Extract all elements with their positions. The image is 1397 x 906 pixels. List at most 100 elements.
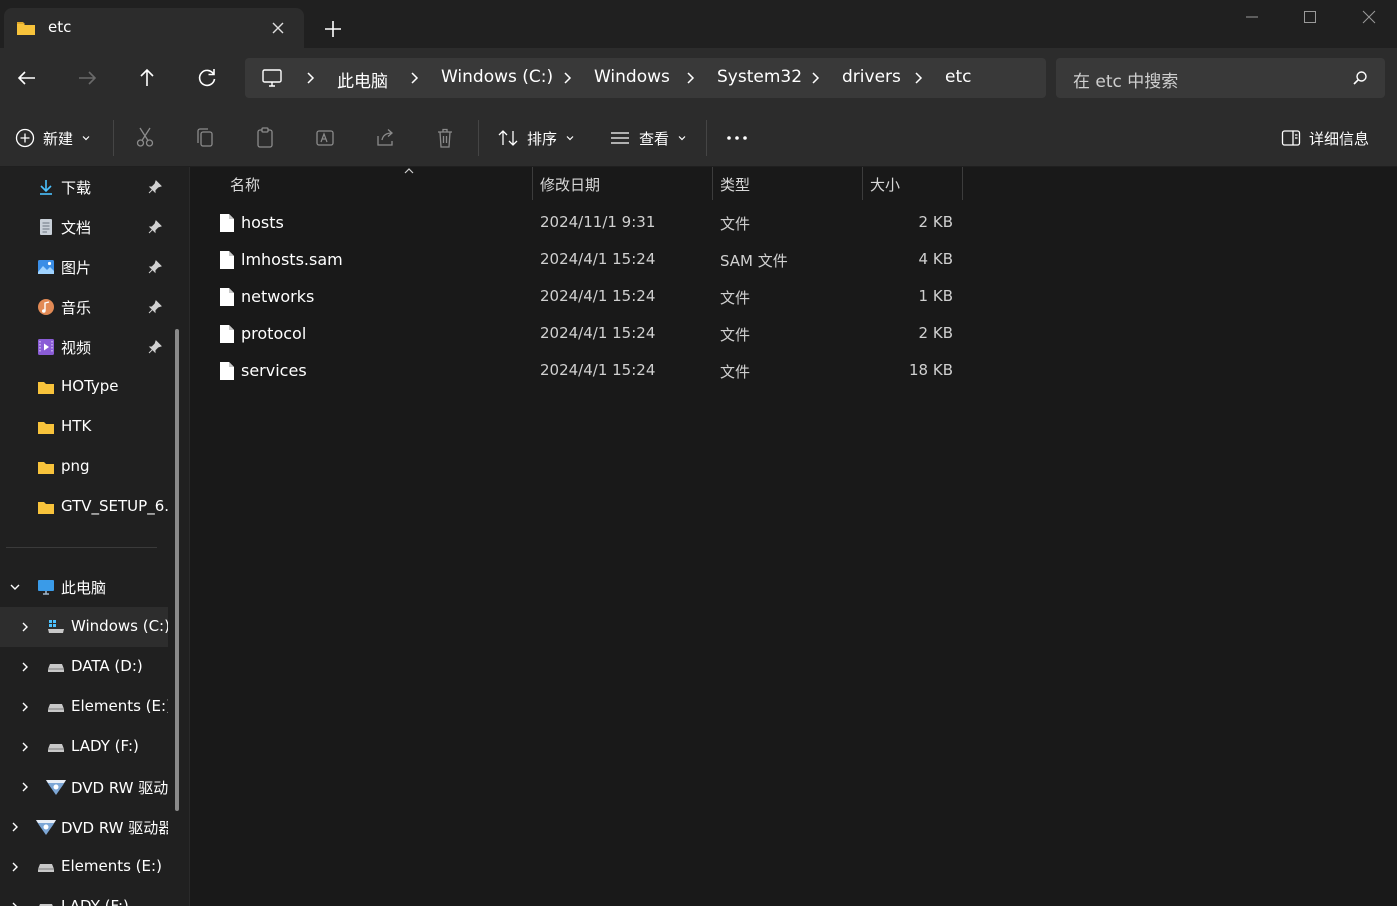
new-button[interactable]: 新建 <box>15 126 91 150</box>
file-icon <box>220 214 234 232</box>
sidebar-item-png[interactable]: png <box>0 447 168 487</box>
folder-icon <box>38 462 54 474</box>
chevron-right-icon[interactable] <box>912 71 924 85</box>
search-input[interactable]: 在 etc 中搜索 <box>1073 67 1178 92</box>
search-box[interactable]: 在 etc 中搜索 <box>1056 58 1385 98</box>
back-icon[interactable] <box>13 64 41 92</box>
chevron-right-icon[interactable] <box>304 71 316 85</box>
up-icon[interactable] <box>133 64 161 92</box>
sidebar-item-label: Elements (E:) <box>61 857 162 875</box>
sidebar-item-elements-e-root[interactable]: Elements (E:) <box>0 847 168 887</box>
breadcrumb-etc[interactable]: etc <box>945 67 971 87</box>
pin-icon[interactable] <box>148 340 162 354</box>
forward-icon[interactable] <box>73 64 101 92</box>
breadcrumb-windows[interactable]: Windows <box>594 67 670 87</box>
sidebar-item-data-d[interactable]: DATA (D:) <box>0 647 168 687</box>
new-tab-icon[interactable] <box>320 16 346 42</box>
chevron-right-icon[interactable] <box>19 661 31 673</box>
chevron-right-icon[interactable] <box>408 71 420 85</box>
chevron-right-icon[interactable] <box>19 621 31 633</box>
rename-icon[interactable] <box>315 126 335 150</box>
file-type: 文件 <box>720 326 751 344</box>
sidebar-item-lady-f[interactable]: LADY (F:) <box>0 727 168 767</box>
address-bar[interactable]: 此电脑 Windows (C:) Windows System32 driver… <box>245 58 1046 98</box>
chevron-down-icon[interactable] <box>9 581 21 593</box>
file-date: 2024/11/1 9:31 <box>540 213 656 231</box>
details-pane-button[interactable]: 详细信息 <box>1281 126 1369 150</box>
sidebar-item-lady-f-root[interactable]: LADY (F:) <box>0 887 168 906</box>
column-header-name[interactable]: 名称 <box>222 167 533 200</box>
table-row[interactable]: protocol 2024/4/1 15:24 文件 2 KB <box>205 315 965 352</box>
breadcrumb-system32[interactable]: System32 <box>717 67 802 87</box>
chevron-right-icon[interactable] <box>9 861 21 873</box>
maximize-icon[interactable] <box>1295 4 1325 30</box>
folder-icon <box>17 22 35 35</box>
table-row[interactable]: lmhosts.sam 2024/4/1 15:24 SAM 文件 4 KB <box>205 241 965 278</box>
refresh-icon[interactable] <box>193 64 221 92</box>
sidebar-item-dvd-drive-root[interactable]: DVD RW 驱动器 <box>0 807 168 847</box>
minimize-icon[interactable] <box>1237 4 1267 30</box>
chevron-right-icon[interactable] <box>19 741 31 753</box>
sidebar-item-documents[interactable]: 文档 <box>0 207 168 247</box>
pin-icon[interactable] <box>148 180 162 194</box>
sort-button[interactable]: 排序 <box>497 126 575 150</box>
close-tab-icon[interactable] <box>268 18 288 38</box>
sidebar-item-windows-c[interactable]: Windows (C:) <box>0 607 168 647</box>
sidebar-scrollbar[interactable] <box>175 329 179 811</box>
file-type: 文件 <box>720 289 751 307</box>
paste-icon[interactable] <box>255 126 275 150</box>
tab-title: etc <box>48 18 72 36</box>
music-icon <box>38 299 54 315</box>
sidebar-item-videos[interactable]: 视频 <box>0 327 168 367</box>
table-row[interactable]: services 2024/4/1 15:24 文件 18 KB <box>205 352 965 389</box>
pin-icon[interactable] <box>148 220 162 234</box>
sidebar-item-label: DATA (D:) <box>71 657 143 675</box>
column-header-size[interactable]: 大小 <box>862 167 962 200</box>
column-divider[interactable] <box>962 167 963 200</box>
chevron-down-icon <box>82 136 90 141</box>
column-header-label: 大小 <box>870 176 901 194</box>
chevron-right-icon[interactable] <box>9 821 21 833</box>
sidebar-item-elements-e[interactable]: Elements (E:) <box>0 687 168 727</box>
chevron-right-icon[interactable] <box>19 701 31 713</box>
column-header-type[interactable]: 类型 <box>712 167 862 200</box>
breadcrumb-drivers[interactable]: drivers <box>842 67 901 87</box>
table-row[interactable]: networks 2024/4/1 15:24 文件 1 KB <box>205 278 965 315</box>
chevron-right-icon[interactable] <box>561 71 573 85</box>
cut-icon[interactable] <box>135 126 155 150</box>
view-list-icon <box>611 132 629 144</box>
sidebar-item-htk[interactable]: HTK <box>0 407 168 447</box>
copy-icon[interactable] <box>195 126 215 150</box>
pin-icon[interactable] <box>148 300 162 314</box>
sort-label: 排序 <box>527 129 558 148</box>
close-window-icon[interactable] <box>1354 4 1384 30</box>
view-button[interactable]: 查看 <box>609 126 687 150</box>
pin-icon[interactable] <box>148 260 162 274</box>
breadcrumb-windows-c[interactable]: Windows (C:) <box>441 67 553 87</box>
search-icon[interactable] <box>1352 70 1368 86</box>
sidebar-item-label: LADY (F:) <box>61 897 129 906</box>
sidebar-item-dvd-drive[interactable]: DVD RW 驱动器 <box>0 767 168 807</box>
sidebar-item-label: HTK <box>61 417 92 435</box>
sidebar-item-music[interactable]: 音乐 <box>0 287 168 327</box>
file-name: hosts <box>241 213 284 232</box>
more-options-icon[interactable] <box>726 126 748 150</box>
table-row[interactable]: hosts 2024/11/1 9:31 文件 2 KB <box>205 204 965 241</box>
chevron-right-icon[interactable] <box>9 901 21 906</box>
chevron-right-icon[interactable] <box>684 71 696 85</box>
sidebar-item-pictures[interactable]: 图片 <box>0 247 168 287</box>
tab-etc[interactable]: etc <box>4 8 304 48</box>
sidebar-item-hotype[interactable]: HOType <box>0 367 168 407</box>
file-size: 2 KB <box>918 213 953 231</box>
sidebar-item-gtv-setup[interactable]: GTV_SETUP_6.0 <box>0 487 168 527</box>
file-icon <box>220 288 234 306</box>
chevron-right-icon[interactable] <box>809 71 821 85</box>
sidebar-item-downloads[interactable]: 下载 <box>0 167 168 207</box>
delete-icon[interactable] <box>435 126 455 150</box>
share-icon[interactable] <box>375 126 395 150</box>
breadcrumb-this-pc[interactable]: 此电脑 <box>337 67 388 92</box>
sidebar-item-this-pc[interactable]: 此电脑 <box>0 567 168 607</box>
chevron-right-icon[interactable] <box>19 781 31 793</box>
toolbar-divider <box>113 120 114 156</box>
column-header-date[interactable]: 修改日期 <box>532 167 712 200</box>
